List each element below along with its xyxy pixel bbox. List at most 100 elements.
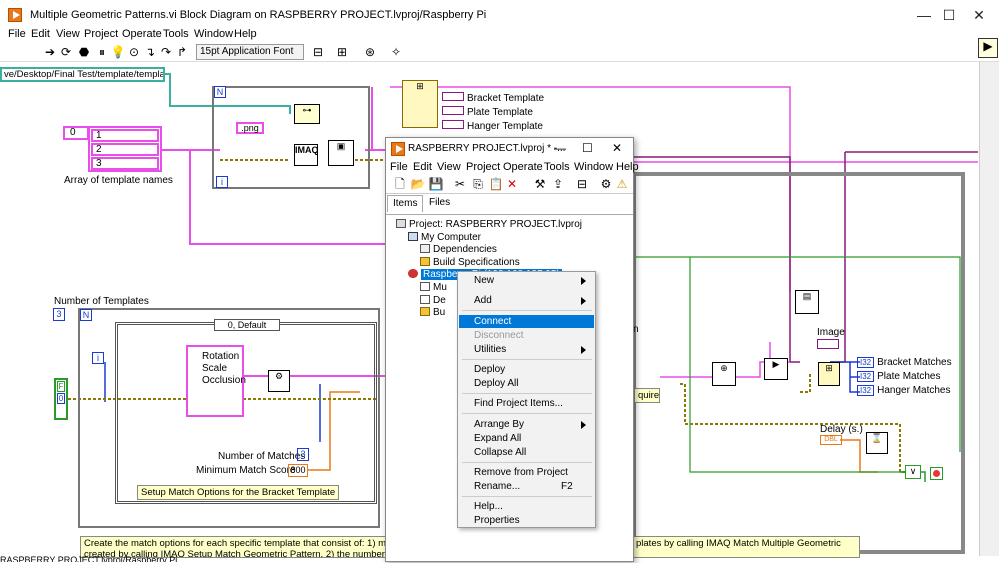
build-path-node[interactable]: ⊶: [294, 104, 320, 124]
array-element[interactable]: 1: [91, 129, 159, 142]
project-menu-view[interactable]: View: [437, 161, 461, 173]
array-element[interactable]: 3: [91, 157, 159, 170]
for-loop-top[interactable]: N i .png ⊶ IMAQ ▣: [212, 86, 370, 189]
tree-item-my-computer[interactable]: My Computer: [408, 232, 481, 244]
menu-window[interactable]: Window: [194, 28, 233, 40]
align-objects-icon[interactable]: ⊟: [310, 45, 326, 59]
path-constant[interactable]: ve/Desktop/Final Test/template/template: [0, 67, 165, 82]
open-icon[interactable]: 📂: [410, 177, 426, 191]
project-menu-file[interactable]: File: [390, 161, 408, 173]
array-of-template-names[interactable]: 1 2 3: [88, 126, 162, 172]
setup-match-node[interactable]: ⚙: [268, 370, 290, 392]
menu-view[interactable]: View: [56, 28, 80, 40]
array-index-display[interactable]: 0: [63, 126, 89, 140]
hanger-matches[interactable]: I32 Hanger Matches: [857, 385, 951, 396]
tab-items[interactable]: Items: [387, 195, 424, 212]
delay-control[interactable]: DBL: [820, 435, 842, 445]
warning-icon[interactable]: ⚠: [614, 177, 630, 191]
tree-item-dependencies[interactable]: Dependencies: [420, 244, 497, 256]
vi-icon[interactable]: ▶: [978, 38, 998, 58]
project-menu-window[interactable]: Window: [574, 161, 613, 173]
number-of-matches-value[interactable]: 3: [297, 448, 309, 461]
tree-item-build-specs[interactable]: Build Specifications: [420, 257, 520, 269]
menu-project[interactable]: Project: [84, 28, 118, 40]
ctx-deploy-all[interactable]: Deploy All: [459, 377, 594, 390]
unbundle-node[interactable]: ⊞: [818, 362, 840, 386]
display-node[interactable]: ▶: [764, 358, 788, 380]
ctx-new[interactable]: New: [459, 274, 594, 287]
stop-terminal[interactable]: [930, 467, 943, 480]
project-menu-edit[interactable]: Edit: [413, 161, 432, 173]
options-cluster[interactable]: Rotation Scale Occlusion: [186, 345, 246, 417]
template-bracket[interactable]: Bracket Template: [442, 92, 544, 104]
case-structure[interactable]: 0, Default: [115, 319, 377, 504]
deploy-icon[interactable]: ⇪: [550, 177, 566, 191]
paste-icon[interactable]: 📋: [488, 177, 504, 191]
imaq-node[interactable]: IMAQ: [294, 144, 319, 166]
ctx-add[interactable]: Add: [459, 294, 594, 307]
match-node[interactable]: ⊕: [712, 362, 736, 386]
abort-icon[interactable]: ⬣: [76, 45, 92, 59]
vertical-scrollbar[interactable]: [979, 62, 999, 556]
main-loop-count-terminal[interactable]: N: [80, 309, 92, 321]
ctx-collapse-all[interactable]: Collapse All: [459, 446, 594, 459]
clean-up-diagram-icon[interactable]: ✧: [388, 45, 404, 59]
menu-file[interactable]: File: [8, 28, 26, 40]
step-out-icon[interactable]: ↱: [174, 45, 190, 59]
delete-icon[interactable]: ✕: [504, 177, 520, 191]
step-over-icon[interactable]: ↷: [158, 45, 174, 59]
run-continuously-icon[interactable]: ⟳: [58, 45, 74, 59]
tree-item-sub1[interactable]: Mu: [420, 282, 447, 294]
ctx-connect[interactable]: Connect: [459, 315, 594, 328]
min-match-score-value[interactable]: 800: [288, 464, 308, 477]
bracket-matches[interactable]: I32 Bracket Matches: [857, 357, 952, 368]
png-constant[interactable]: .png: [236, 122, 264, 134]
template-hanger[interactable]: Hanger Template: [442, 120, 543, 132]
build-icon[interactable]: ⚒: [532, 177, 548, 191]
pause-icon[interactable]: ⏸: [94, 45, 110, 59]
imaq-read-node[interactable]: ▣: [328, 140, 354, 166]
project-menu-project[interactable]: Project: [466, 161, 500, 173]
cut-icon[interactable]: ✂: [452, 177, 468, 191]
project-menu-help[interactable]: Help: [616, 161, 639, 173]
project-menu-tools[interactable]: Tools: [544, 161, 570, 173]
case-selector[interactable]: 0, Default: [214, 319, 280, 331]
ctx-remove-from-project[interactable]: Remove from Project: [459, 466, 594, 479]
image-terminal[interactable]: [817, 339, 839, 349]
ctx-help[interactable]: Help...: [459, 500, 594, 513]
loop-count-terminal[interactable]: N: [214, 86, 226, 98]
count-constant[interactable]: 3: [53, 308, 65, 321]
project-minimize-button[interactable]: —: [554, 141, 566, 155]
font-select[interactable]: 15pt Application Font: [196, 44, 304, 60]
menu-tools[interactable]: Tools: [163, 28, 189, 40]
array-element[interactable]: 2: [91, 143, 159, 156]
bool-array-const[interactable]: F 0: [54, 378, 68, 420]
reorder-icon[interactable]: ⊛: [362, 45, 378, 59]
ctx-expand-all[interactable]: Expand All: [459, 432, 594, 445]
tree-item-sub2[interactable]: De: [420, 295, 446, 307]
close-button[interactable]: ✕: [959, 4, 999, 26]
new-icon[interactable]: 🗋: [392, 177, 408, 191]
copy-icon[interactable]: ⎘: [470, 177, 486, 191]
plate-matches[interactable]: I32 Plate Matches: [857, 371, 941, 382]
project-close-button[interactable]: ✕: [612, 141, 622, 155]
overlay-node[interactable]: ▤: [795, 290, 819, 314]
menu-operate[interactable]: Operate: [122, 28, 162, 40]
view-options-icon[interactable]: ⊟: [574, 177, 590, 191]
template-plate[interactable]: Plate Template: [442, 106, 533, 118]
menu-edit[interactable]: Edit: [31, 28, 50, 40]
highlight-execution-icon[interactable]: 💡: [110, 45, 126, 59]
menu-help[interactable]: Help: [234, 28, 257, 40]
retain-wire-values-icon[interactable]: ⊙: [126, 45, 142, 59]
project-maximize-button[interactable]: ☐: [582, 141, 593, 155]
ctx-find-project-items[interactable]: Find Project Items...: [459, 397, 594, 410]
ctx-rename[interactable]: Rename... F2: [459, 480, 594, 493]
wait-node[interactable]: ⌛: [866, 432, 888, 454]
ctx-utilities[interactable]: Utilities: [459, 343, 594, 356]
tab-files[interactable]: Files: [424, 195, 455, 212]
properties-icon[interactable]: ⚙: [598, 177, 614, 191]
ctx-properties[interactable]: Properties: [459, 514, 594, 527]
tree-item-sub3[interactable]: Bu: [420, 307, 445, 319]
step-into-icon[interactable]: ↴: [142, 45, 158, 59]
project-menu-operate[interactable]: Operate: [503, 161, 543, 173]
